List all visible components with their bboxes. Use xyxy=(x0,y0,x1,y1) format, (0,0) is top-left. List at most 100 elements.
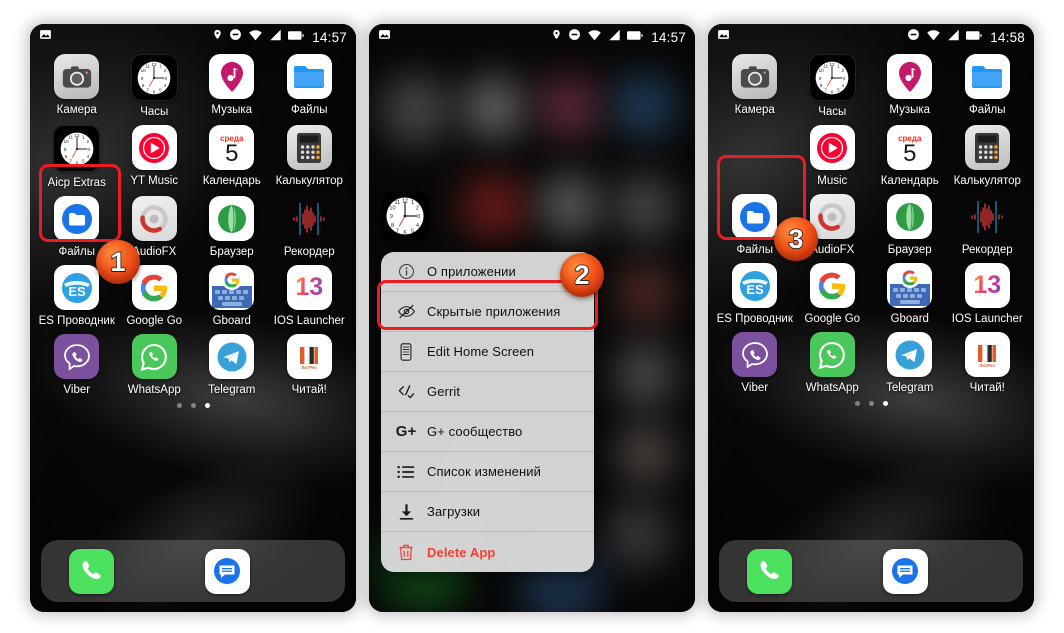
app-gboard[interactable]: Gboard xyxy=(874,263,946,325)
app-label: Telegram xyxy=(208,384,256,396)
app-camera[interactable]: Камера xyxy=(719,54,791,116)
recorder-icon xyxy=(287,196,332,241)
app-telegram[interactable]: Telegram xyxy=(874,332,946,394)
app-camera[interactable]: Камера xyxy=(41,54,113,116)
app-clock[interactable]: 12 3 6 9 1245 7 8 10 11 Часы xyxy=(796,54,868,118)
signal-icon xyxy=(947,28,960,46)
app-files-folder[interactable]: Файлы xyxy=(273,54,345,116)
chitai-icon: ЛитРес xyxy=(964,332,1010,377)
app-google-go[interactable]: Google Go xyxy=(796,263,868,325)
google-go-icon xyxy=(131,265,177,310)
dock-slot-messages[interactable] xyxy=(871,548,939,594)
page-dot[interactable] xyxy=(190,403,196,408)
page-dot[interactable] xyxy=(854,401,860,406)
calendar-day: 5 xyxy=(903,139,917,167)
signal-icon xyxy=(269,28,282,46)
app-calendar[interactable]: среда 5 Календарь xyxy=(196,125,268,187)
menu-item-gplus-community[interactable]: G+ G+ сообщество xyxy=(381,412,594,452)
app-ios-launcher[interactable]: 13 IOS Launcher xyxy=(273,265,345,327)
telegram-icon xyxy=(887,332,933,377)
app-calendar[interactable]: среда 5 Календарь xyxy=(874,125,946,187)
clock-icon: 12 3 6 9 1245 7 8 10 11 xyxy=(53,125,101,172)
menu-item-downloads[interactable]: Загрузки xyxy=(381,492,594,532)
page-dot-active[interactable] xyxy=(882,401,888,406)
menu-item-label: Edit Home Screen xyxy=(427,344,535,359)
app-calculator[interactable]: Калькулятор xyxy=(951,125,1023,187)
photo-icon xyxy=(378,28,391,46)
photo-icon xyxy=(717,28,730,46)
app-chitai[interactable]: ЛитРес Читай! xyxy=(951,332,1023,394)
app-row: ES ES Проводник Google Go Gboard 13 IOS … xyxy=(38,265,348,327)
focused-app-icon[interactable]: 12 3 6 9 12 45 7 8 10 11 xyxy=(381,192,429,240)
files-blue-icon xyxy=(54,196,100,241)
files-blue-icon xyxy=(732,194,778,239)
do-not-disturb-icon xyxy=(568,28,581,46)
app-music[interactable]: Музыка xyxy=(196,54,268,116)
app-label: Google Go xyxy=(126,315,183,327)
page-dot[interactable] xyxy=(176,403,182,408)
app-label: YT Music xyxy=(130,175,179,187)
app-files-folder[interactable]: Файлы xyxy=(951,54,1023,116)
trash-icon xyxy=(393,543,419,561)
app-label: Файлы xyxy=(290,104,328,116)
menu-item-edit-home-screen[interactable]: Edit Home Screen xyxy=(381,332,594,372)
youtube-music-icon xyxy=(131,125,177,170)
svg-text:ES: ES xyxy=(746,282,764,297)
phone-icon xyxy=(68,548,114,594)
viber-icon xyxy=(732,332,778,377)
app-row: 12 3 6 9 1245 7 8 10 11 Aicp Extras YT Music xyxy=(38,125,348,189)
app-yt-music[interactable]: YT Music xyxy=(118,125,190,187)
phone-icon xyxy=(746,548,792,594)
app-label: Файлы xyxy=(58,246,96,258)
app-music[interactable]: Музыка xyxy=(874,54,946,116)
ios-launcher-icon: 13 xyxy=(286,265,332,310)
svg-text:2: 2 xyxy=(416,205,419,211)
app-gboard[interactable]: Gboard xyxy=(196,265,268,327)
calculator-icon xyxy=(286,125,332,170)
app-whatsapp[interactable]: WhatsApp xyxy=(118,334,190,396)
svg-text:12: 12 xyxy=(402,198,408,204)
svg-text:11: 11 xyxy=(395,200,401,206)
phone-screen-context-menu: 14:57 12 3 6 9 1245 7 8 10 11 О приложении xyxy=(369,24,695,612)
app-chitai[interactable]: ЛитРес Читай! xyxy=(273,334,345,396)
app-label: Файлы xyxy=(968,104,1006,116)
menu-item-label: О приложении xyxy=(427,264,516,279)
svg-text:1: 1 xyxy=(411,200,414,206)
app-telegram[interactable]: Telegram xyxy=(196,334,268,396)
menu-item-hidden-apps[interactable]: Скрытые приложения xyxy=(381,292,594,332)
app-viber[interactable]: Viber xyxy=(41,334,113,396)
code-check-icon xyxy=(393,382,419,401)
menu-item-delete-app[interactable]: Delete App xyxy=(381,532,594,572)
dock-slot-phone[interactable] xyxy=(57,548,125,594)
app-recorder[interactable]: Рекордер xyxy=(273,196,345,258)
app-whatsapp[interactable]: WhatsApp xyxy=(796,332,868,394)
app-browser[interactable]: Браузер xyxy=(874,194,946,256)
app-label: Gboard xyxy=(212,315,251,327)
app-yt-music[interactable]: Music xyxy=(796,125,868,187)
page-dot[interactable] xyxy=(868,401,874,406)
app-row: Файлы AudioFX Браузер Рекордер xyxy=(716,194,1026,256)
app-aicp-extras[interactable]: 12 3 6 9 1245 7 8 10 11 Aicp Extras xyxy=(41,125,113,189)
app-grid: Камера 12 3 6 9 1245 7 8 10 11 Часы Музы… xyxy=(30,54,356,408)
menu-item-gerrit[interactable]: Gerrit xyxy=(381,372,594,412)
app-clock[interactable]: 12 3 6 9 1245 7 8 10 11 Часы xyxy=(118,54,190,118)
app-viber[interactable]: Viber xyxy=(719,332,791,394)
menu-item-changelog[interactable]: Список изменений xyxy=(381,452,594,492)
app-browser[interactable]: Браузер xyxy=(196,196,268,258)
app-empty-slot[interactable] xyxy=(719,125,791,175)
app-calculator[interactable]: Калькулятор xyxy=(273,125,345,187)
dock-slot-phone[interactable] xyxy=(735,548,803,594)
page-dot-active[interactable] xyxy=(204,403,210,408)
dock-slot-messages[interactable] xyxy=(193,548,261,594)
app-label: Браузер xyxy=(887,244,932,256)
svg-text:11: 11 xyxy=(146,63,151,68)
app-label: Читай! xyxy=(291,384,327,396)
recorder-icon xyxy=(965,194,1010,239)
app-label: Music xyxy=(817,175,848,187)
audiofx-icon xyxy=(131,196,177,241)
app-ios-launcher[interactable]: 13 IOS Launcher xyxy=(951,263,1023,325)
app-es-explorer[interactable]: ES ES Проводник xyxy=(717,263,793,325)
app-label: Gboard xyxy=(890,313,929,325)
whatsapp-icon xyxy=(809,332,855,377)
app-recorder[interactable]: Рекордер xyxy=(951,194,1023,256)
